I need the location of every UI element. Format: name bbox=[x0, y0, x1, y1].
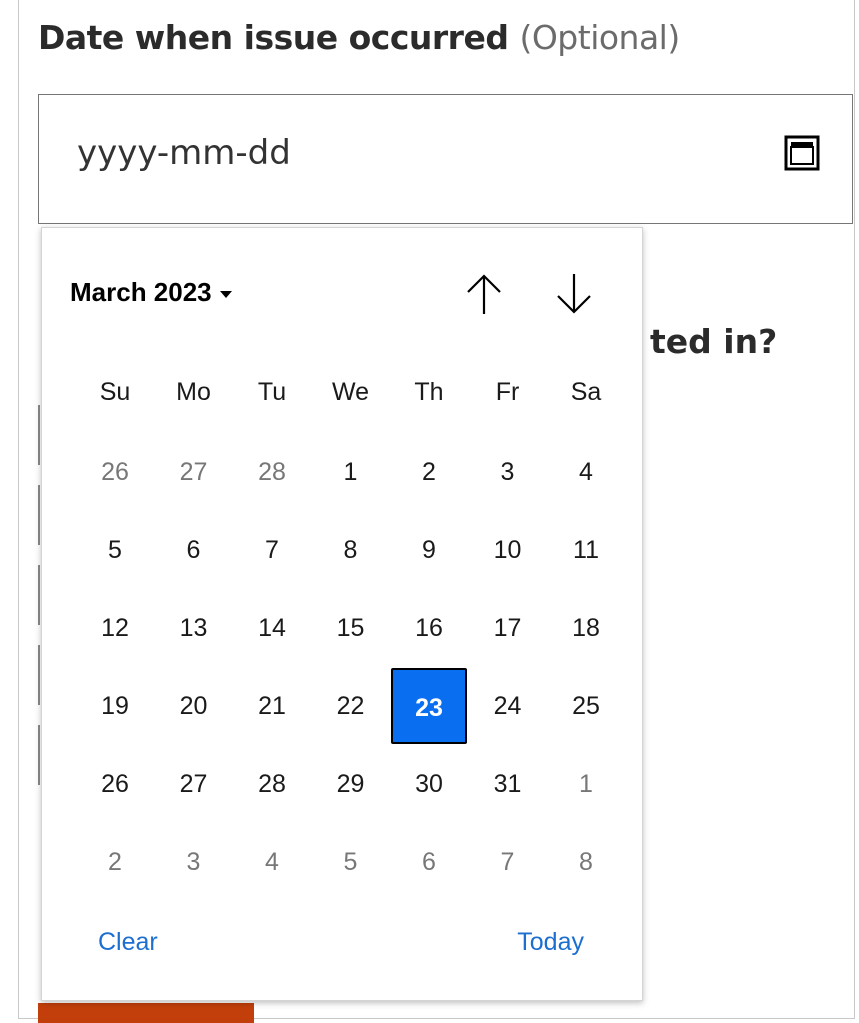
optional-label: (Optional) bbox=[519, 18, 680, 57]
caret-down-icon bbox=[219, 290, 232, 298]
day-cell[interactable]: 14 bbox=[234, 590, 310, 666]
day-cell[interactable]: 8 bbox=[548, 824, 624, 900]
day-cell[interactable]: 11 bbox=[548, 512, 624, 588]
date-picker-popup: March 2023 Su Mo Tu We Th Fr Sa 26 27 28 1 2 3 4 5 6 7 8 9… bbox=[41, 227, 643, 1001]
day-cell[interactable]: 1 bbox=[313, 434, 389, 510]
day-cell[interactable]: 15 bbox=[313, 590, 389, 666]
obscured-option-border bbox=[38, 485, 40, 545]
day-cell[interactable]: 7 bbox=[470, 824, 546, 900]
day-cell[interactable]: 5 bbox=[313, 824, 389, 900]
day-cell[interactable]: 1 bbox=[548, 746, 624, 822]
day-cell[interactable]: 26 bbox=[77, 746, 153, 822]
weekday-header: Tu bbox=[257, 378, 287, 406]
day-cell[interactable]: 20 bbox=[156, 668, 232, 744]
today-button[interactable]: Today bbox=[517, 928, 584, 957]
calendar-icon[interactable] bbox=[784, 135, 820, 171]
weekday-header: Th bbox=[414, 378, 444, 406]
day-cell[interactable]: 21 bbox=[234, 668, 310, 744]
date-input-placeholder: yyyy-mm-dd bbox=[77, 133, 291, 173]
day-cell[interactable]: 22 bbox=[313, 668, 389, 744]
day-cell[interactable]: 17 bbox=[470, 590, 546, 666]
day-cell[interactable]: 12 bbox=[77, 590, 153, 666]
day-cell[interactable]: 31 bbox=[470, 746, 546, 822]
day-cell[interactable]: 2 bbox=[77, 824, 153, 900]
day-cell[interactable]: 9 bbox=[391, 512, 467, 588]
obscured-option-border bbox=[38, 405, 40, 465]
previous-month-button[interactable] bbox=[462, 270, 506, 318]
day-cell[interactable]: 19 bbox=[77, 668, 153, 744]
date-field-label-text: Date when issue occurred bbox=[38, 18, 509, 57]
arrow-down-icon bbox=[557, 274, 591, 314]
day-cell[interactable]: 3 bbox=[470, 434, 546, 510]
day-cell[interactable]: 27 bbox=[156, 746, 232, 822]
day-cell[interactable]: 16 bbox=[391, 590, 467, 666]
obscured-option-border bbox=[38, 645, 40, 705]
day-cell[interactable]: 4 bbox=[548, 434, 624, 510]
month-year-dropdown[interactable]: March 2023 bbox=[70, 277, 232, 308]
weekday-header: Fr bbox=[495, 378, 520, 406]
day-cell[interactable]: 6 bbox=[156, 512, 232, 588]
date-input[interactable]: yyyy-mm-dd bbox=[38, 94, 853, 224]
day-cell[interactable]: 5 bbox=[77, 512, 153, 588]
day-cell[interactable]: 28 bbox=[234, 746, 310, 822]
day-cell[interactable]: 8 bbox=[313, 512, 389, 588]
day-cell[interactable]: 13 bbox=[156, 590, 232, 666]
day-cell[interactable]: 26 bbox=[77, 434, 153, 510]
obscured-question-text: ted in? bbox=[650, 322, 778, 361]
day-cell[interactable]: 3 bbox=[156, 824, 232, 900]
weekday-header: Mo bbox=[176, 378, 211, 406]
day-cell[interactable]: 4 bbox=[234, 824, 310, 900]
weekday-header: Su bbox=[99, 378, 131, 406]
obscured-option-border bbox=[38, 565, 40, 625]
day-cell-selected[interactable]: 23 bbox=[391, 668, 467, 744]
obscured-option-border bbox=[38, 725, 40, 785]
day-cell[interactable]: 29 bbox=[313, 746, 389, 822]
day-cell[interactable]: 2 bbox=[391, 434, 467, 510]
clear-button[interactable]: Clear bbox=[98, 928, 158, 957]
submit-button-partial[interactable] bbox=[38, 1003, 254, 1023]
day-cell[interactable]: 24 bbox=[470, 668, 546, 744]
day-cell[interactable]: 18 bbox=[548, 590, 624, 666]
arrow-up-icon bbox=[467, 274, 501, 314]
day-cell[interactable]: 27 bbox=[156, 434, 232, 510]
month-year-label: March 2023 bbox=[70, 277, 212, 307]
day-cell[interactable]: 30 bbox=[391, 746, 467, 822]
day-cell[interactable]: 28 bbox=[234, 434, 310, 510]
day-cell[interactable]: 25 bbox=[548, 668, 624, 744]
date-field-label: Date when issue occurred (Optional) bbox=[38, 18, 680, 57]
day-cell[interactable]: 7 bbox=[234, 512, 310, 588]
next-month-button[interactable] bbox=[552, 270, 596, 318]
day-cell[interactable]: 10 bbox=[470, 512, 546, 588]
weekday-header: We bbox=[331, 378, 370, 406]
weekday-header: Sa bbox=[570, 378, 602, 406]
day-cell[interactable]: 6 bbox=[391, 824, 467, 900]
